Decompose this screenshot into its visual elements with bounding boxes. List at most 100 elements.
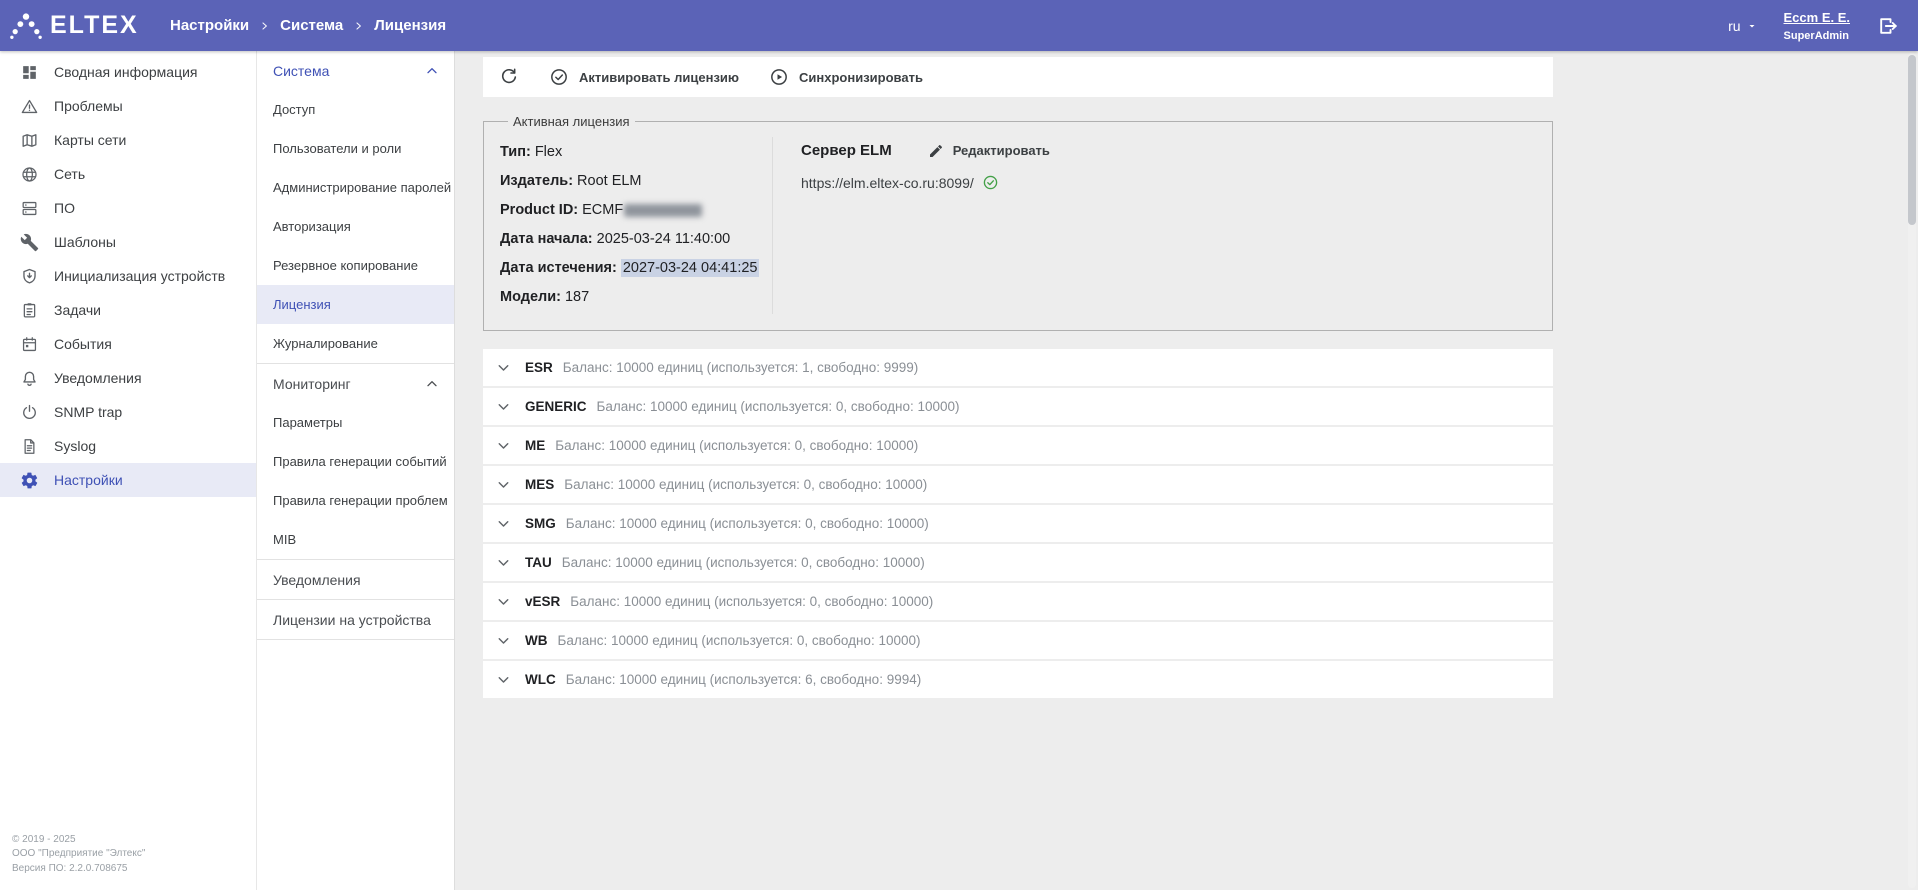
synchronize-label: Синхронизировать bbox=[799, 70, 923, 85]
gear-icon bbox=[20, 471, 39, 490]
sidebar-item-tasks[interactable]: Задачи bbox=[0, 293, 256, 327]
chevron-down-icon bbox=[495, 554, 512, 571]
license-field-type: Тип:Flex bbox=[500, 142, 772, 162]
synchronize-button[interactable]: Синхронизировать bbox=[769, 67, 923, 87]
breadcrumb-system[interactable]: Система bbox=[280, 17, 343, 34]
submenu-item-parameters[interactable]: Параметры bbox=[257, 403, 454, 442]
company-name: ООО "Предприятие "Элтекс" bbox=[12, 847, 244, 862]
license-row-balance: Баланс: 10000 единиц (используется: 0, с… bbox=[570, 594, 933, 609]
license-row-name: TAU bbox=[525, 555, 552, 570]
logout-button[interactable] bbox=[1872, 10, 1904, 42]
activate-license-button[interactable]: Активировать лицензию bbox=[549, 67, 739, 87]
submenu-section-system[interactable]: Система bbox=[257, 51, 454, 90]
license-row-balance: Баланс: 10000 единиц (используется: 0, с… bbox=[566, 516, 929, 531]
software-version: Версия ПО: 2.2.0.708675 bbox=[12, 862, 244, 877]
elm-server-section: Сервер ELM Редактировать https://elm.elt… bbox=[773, 131, 1536, 316]
sync-circle-icon bbox=[769, 67, 789, 87]
license-row[interactable]: ESR Баланс: 10000 единиц (используется: … bbox=[483, 349, 1553, 386]
license-row-balance: Баланс: 10000 единиц (используется: 0, с… bbox=[597, 399, 960, 414]
elm-server-url: https://elm.eltex-co.ru:8099/ bbox=[801, 175, 974, 191]
sidebar-item-label: Проблемы bbox=[54, 98, 123, 114]
sidebar-item-device-init[interactable]: Инициализация устройств bbox=[0, 259, 256, 293]
tasks-icon bbox=[20, 301, 39, 320]
sidebar-item-label: Syslog bbox=[54, 438, 96, 454]
sidebar-item-notifications[interactable]: Уведомления bbox=[0, 361, 256, 395]
chevron-down-icon bbox=[495, 398, 512, 415]
user-block: Eccm E. E. SuperAdmin bbox=[1784, 8, 1850, 43]
logout-icon bbox=[1876, 14, 1900, 38]
sidebar-item-syslog[interactable]: Syslog bbox=[0, 429, 256, 463]
submenu-item-access[interactable]: Доступ bbox=[257, 90, 454, 129]
submenu-section-label: Лицензии на устройства bbox=[273, 612, 431, 628]
chevron-down-icon bbox=[495, 515, 512, 532]
separator bbox=[257, 639, 454, 640]
wrench-icon bbox=[20, 233, 39, 252]
scrollbar-thumb[interactable] bbox=[1908, 55, 1916, 225]
sidebar-item-settings[interactable]: Настройки bbox=[0, 463, 256, 497]
sidebar-item-summary[interactable]: Сводная информация bbox=[0, 55, 256, 89]
breadcrumb-license[interactable]: Лицензия bbox=[374, 17, 446, 34]
edit-server-button[interactable]: Редактировать bbox=[928, 143, 1050, 159]
language-selector[interactable]: ru bbox=[1728, 18, 1757, 34]
license-row-name: WB bbox=[525, 633, 548, 648]
license-row[interactable]: WLC Баланс: 10000 единиц (используется: … bbox=[483, 661, 1553, 698]
user-role: SuperAdmin bbox=[1784, 29, 1850, 43]
submenu-item-mib[interactable]: MIB bbox=[257, 520, 454, 559]
eltex-logo-mark-icon bbox=[10, 11, 42, 41]
chevron-down-icon bbox=[495, 437, 512, 454]
events-icon bbox=[20, 335, 39, 354]
chevron-up-icon bbox=[424, 63, 440, 79]
license-row[interactable]: WB Баланс: 10000 единиц (используется: 0… bbox=[483, 622, 1553, 659]
chevron-down-icon bbox=[495, 359, 512, 376]
license-row-balance: Баланс: 10000 единиц (используется: 6, с… bbox=[566, 672, 921, 687]
vertical-scrollbar[interactable] bbox=[1908, 53, 1916, 888]
brand-text: ELTEX bbox=[50, 11, 139, 40]
license-row[interactable]: vESR Баланс: 10000 единиц (используется:… bbox=[483, 583, 1553, 620]
sidebar-item-problems[interactable]: Проблемы bbox=[0, 89, 256, 123]
chevron-down-icon bbox=[495, 671, 512, 688]
license-row[interactable]: TAU Баланс: 10000 единиц (используется: … bbox=[483, 544, 1553, 581]
elm-server-title: Сервер ELM bbox=[801, 142, 892, 159]
sidebar-item-snmp-trap[interactable]: SNMP trap bbox=[0, 395, 256, 429]
submenu-section-label: Мониторинг bbox=[273, 376, 351, 392]
license-field-expiry-date: Дата истечения:2027-03-24 04:41:25 bbox=[500, 258, 772, 278]
license-row[interactable]: ME Баланс: 10000 единиц (используется: 0… bbox=[483, 427, 1553, 464]
refresh-button[interactable] bbox=[499, 67, 519, 87]
license-row-name: GENERIC bbox=[525, 399, 587, 414]
sidebar-item-software[interactable]: ПО bbox=[0, 191, 256, 225]
submenu-item-problem-rules[interactable]: Правила генерации проблем bbox=[257, 481, 454, 520]
submenu-item-logging[interactable]: Журналирование bbox=[257, 324, 454, 363]
submenu-section-notifications[interactable]: Уведомления bbox=[257, 560, 454, 599]
submenu-section-monitoring[interactable]: Мониторинг bbox=[257, 364, 454, 403]
submenu-item-event-rules[interactable]: Правила генерации событий bbox=[257, 442, 454, 481]
submenu-item-password-admin[interactable]: Администрирование паролей bbox=[257, 168, 454, 207]
sidebar-item-templates[interactable]: Шаблоны bbox=[0, 225, 256, 259]
submenu-item-backup[interactable]: Резервное копирование bbox=[257, 246, 454, 285]
software-icon bbox=[20, 199, 39, 218]
sidebar-item-label: Настройки bbox=[54, 472, 123, 488]
submenu-item-license[interactable]: Лицензия bbox=[257, 285, 454, 324]
submenu-section-device-licenses[interactable]: Лицензии на устройства bbox=[257, 600, 454, 639]
chevron-right-icon bbox=[354, 20, 363, 32]
sidebar-item-network[interactable]: Сеть bbox=[0, 157, 256, 191]
device-init-icon bbox=[20, 267, 39, 286]
breadcrumb: Настройки Система Лицензия bbox=[170, 17, 446, 34]
sidebar-item-label: Шаблоны bbox=[54, 234, 116, 250]
license-row[interactable]: SMG Баланс: 10000 единиц (используется: … bbox=[483, 505, 1553, 542]
license-row-balance: Баланс: 10000 единиц (используется: 0, с… bbox=[558, 633, 921, 648]
chevron-down-icon bbox=[495, 476, 512, 493]
license-row[interactable]: MES Баланс: 10000 единиц (используется: … bbox=[483, 466, 1553, 503]
breadcrumb-settings[interactable]: Настройки bbox=[170, 17, 249, 34]
sidebar-item-network-maps[interactable]: Карты сети bbox=[0, 123, 256, 157]
submenu-item-authorization[interactable]: Авторизация bbox=[257, 207, 454, 246]
snmp-trap-icon bbox=[20, 403, 39, 422]
license-row[interactable]: GENERIC Баланс: 10000 единиц (использует… bbox=[483, 388, 1553, 425]
license-field-models: Модели:187 bbox=[500, 287, 772, 307]
redacted-blur bbox=[624, 204, 702, 217]
sidebar-item-events[interactable]: События bbox=[0, 327, 256, 361]
license-row-balance: Баланс: 10000 единиц (используется: 1, с… bbox=[563, 360, 918, 375]
submenu-item-users-roles[interactable]: Пользователи и роли bbox=[257, 129, 454, 168]
license-details: Тип:Flex Издатель:Root ELM Product ID:EC… bbox=[500, 131, 772, 316]
submenu-section-label: Система bbox=[273, 63, 329, 79]
user-name-link[interactable]: Eccm E. E. bbox=[1784, 10, 1850, 25]
